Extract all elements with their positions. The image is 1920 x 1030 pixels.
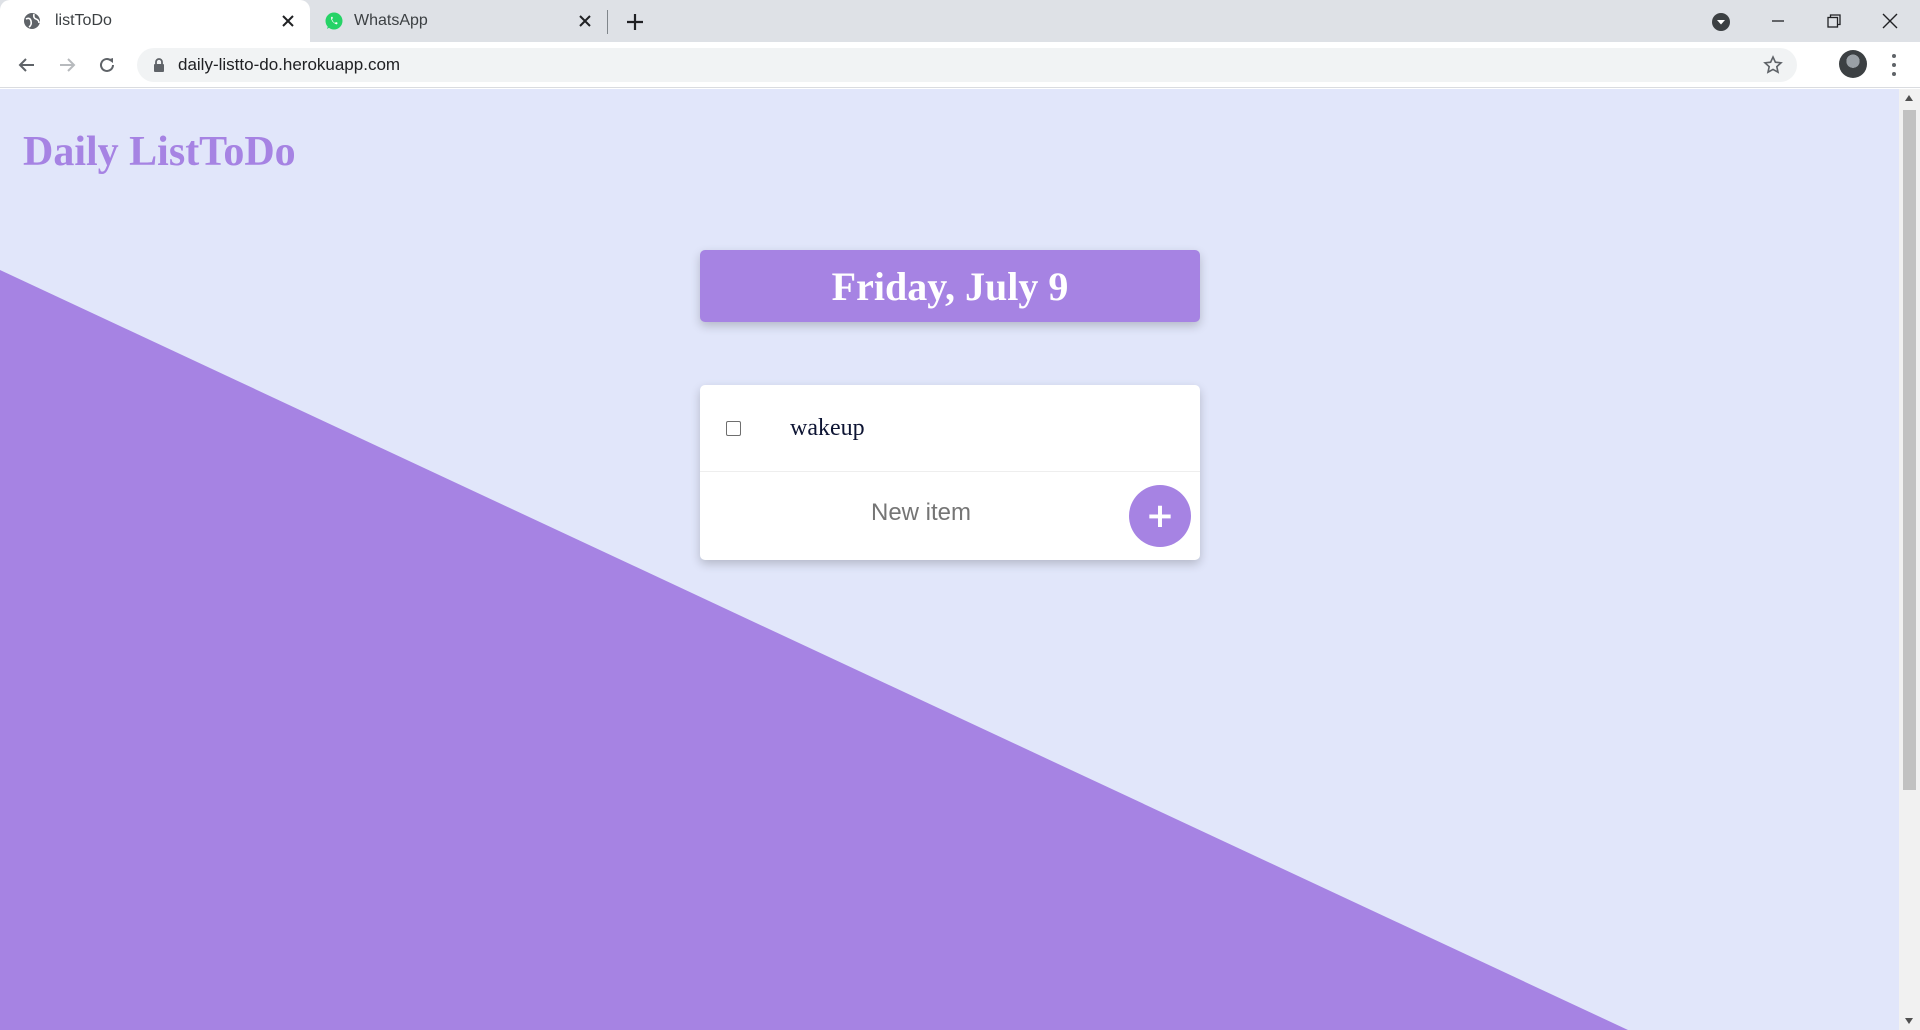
brand-title: Daily ListToDo [23, 129, 296, 175]
todo-list-card: wakeup + [700, 385, 1200, 560]
date-heading-box: Friday, July 9 [700, 250, 1200, 322]
address-bar[interactable]: daily-listto-do.herokuapp.com [137, 48, 1797, 82]
close-tab-icon[interactable] [278, 11, 298, 31]
tab-whatsapp[interactable]: WhatsApp [310, 0, 607, 42]
reload-icon [100, 57, 114, 72]
avatar[interactable] [1839, 50, 1867, 78]
browser-tabstrip: listToDo WhatsApp [0, 0, 1920, 42]
new-item-input[interactable] [726, 493, 1116, 533]
tab-listtodo[interactable]: listToDo [0, 0, 310, 42]
close-icon [1882, 13, 1898, 29]
page-viewport: Daily ListToDo Friday, July 9 wakeup + [0, 89, 1899, 1030]
star-icon[interactable] [1763, 55, 1783, 75]
tab-title: WhatsApp [354, 12, 428, 29]
close-window-button[interactable] [1862, 0, 1918, 42]
item-text: wakeup [790, 415, 865, 441]
restore-icon [1827, 14, 1841, 28]
date-heading: Friday, July 9 [831, 263, 1069, 309]
close-tab-icon[interactable] [575, 11, 595, 31]
arrow-left-icon [18, 58, 34, 72]
back-button[interactable] [13, 51, 41, 79]
globe-icon [24, 13, 40, 29]
reload-button[interactable] [93, 51, 121, 79]
item-checkbox[interactable] [726, 421, 741, 436]
tab-title: listToDo [55, 12, 112, 29]
forward-button[interactable] [53, 51, 81, 79]
minimize-icon [1772, 20, 1784, 22]
tab-search-icon[interactable] [1710, 11, 1732, 33]
scroll-up-icon[interactable] [1905, 95, 1913, 101]
add-item-button[interactable]: + [1129, 485, 1191, 547]
list-item: wakeup [700, 385, 1200, 472]
scrollbar-thumb[interactable] [1903, 110, 1916, 790]
scroll-down-icon[interactable] [1905, 1018, 1913, 1024]
lock-icon[interactable] [151, 57, 167, 73]
vertical-scrollbar[interactable] [1899, 89, 1920, 1030]
browser-toolbar: daily-listto-do.herokuapp.com [0, 42, 1920, 88]
browser-menu-icon[interactable] [1884, 52, 1904, 78]
minimize-button[interactable] [1750, 0, 1806, 42]
whatsapp-icon [325, 12, 343, 30]
new-tab-icon[interactable] [622, 9, 648, 35]
tab-separator [607, 10, 608, 34]
arrow-right-icon [60, 58, 76, 72]
restore-button[interactable] [1806, 0, 1862, 42]
url-text[interactable]: daily-listto-do.herokuapp.com [178, 56, 400, 74]
